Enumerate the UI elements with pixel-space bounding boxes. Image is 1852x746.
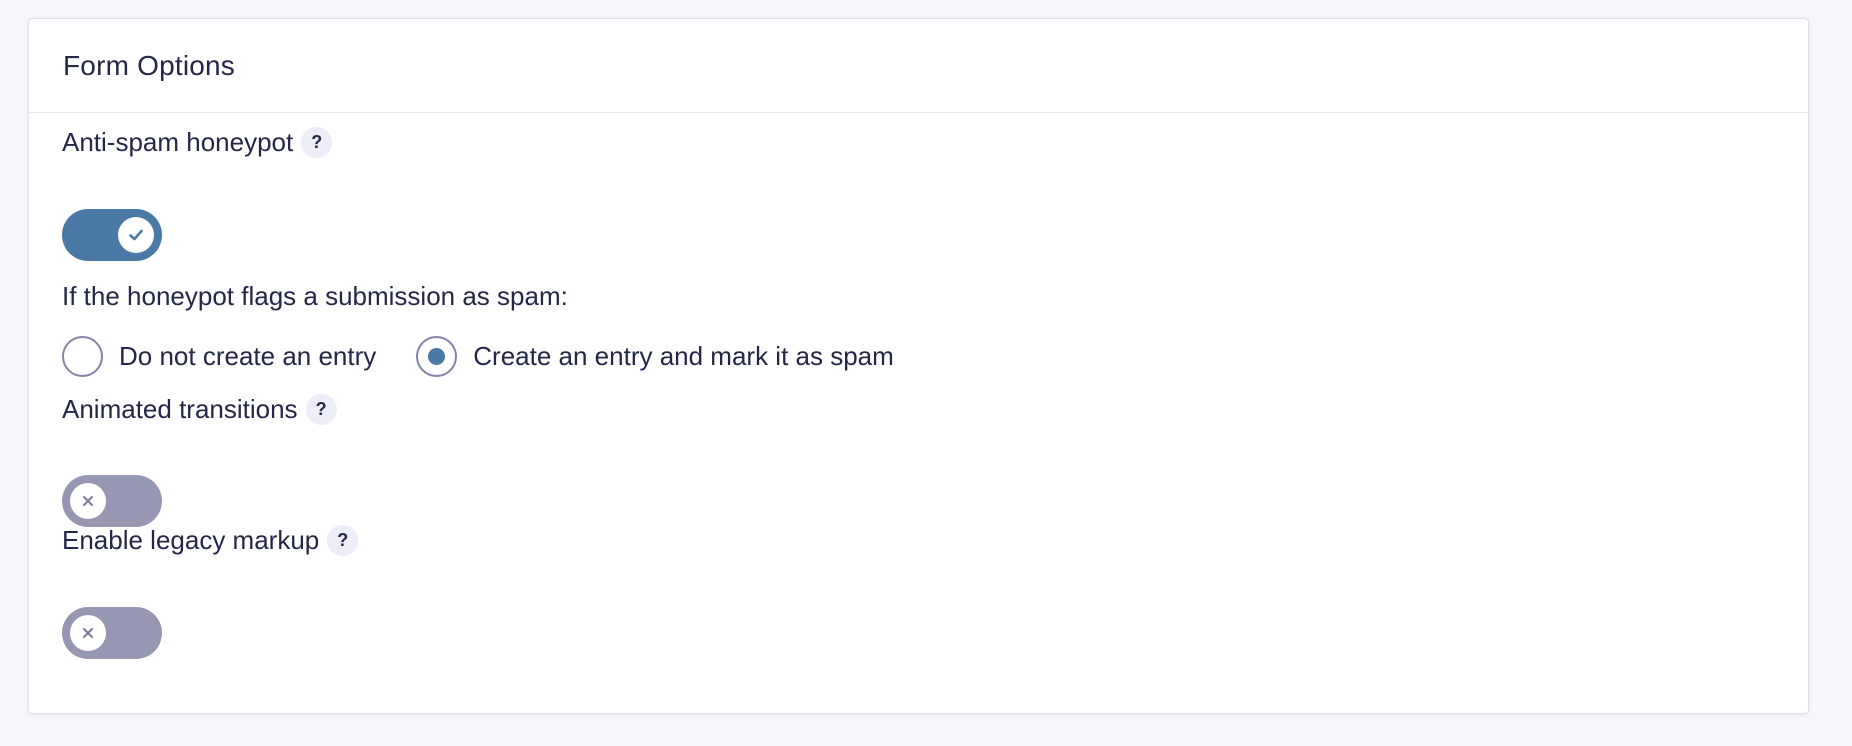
legacy-markup-setting-label: Enable legacy markup ? [62, 525, 359, 556]
animated-transitions-setting-label: Animated transitions ? [62, 394, 337, 425]
honeypot-toggle[interactable] [62, 209, 162, 261]
animated-transitions-toggle[interactable] [62, 475, 162, 527]
toggle-knob [70, 615, 106, 651]
spam-action-radio-group: Do not create an entry Create an entry a… [62, 336, 934, 377]
radio-button-unselected[interactable] [62, 336, 103, 377]
check-icon [129, 229, 143, 241]
honeypot-setting-label: Anti-spam honeypot ? [62, 127, 333, 158]
radio-label: Do not create an entry [119, 341, 377, 371]
honeypot-label: Anti-spam honeypot [62, 127, 294, 157]
panel-header: Form Options [29, 19, 1808, 113]
radio-option-mark-as-spam[interactable]: Create an entry and mark it as spam [416, 336, 894, 377]
form-options-panel: Form Options Anti-spam honeypot ? If the… [28, 18, 1809, 714]
spam-action-question: If the honeypot flags a submission as sp… [62, 281, 568, 311]
x-icon [83, 628, 93, 638]
toggle-knob [118, 217, 154, 253]
legacy-markup-help-question-icon[interactable]: ? [327, 525, 359, 556]
x-icon [83, 496, 93, 506]
radio-selected-dot [428, 348, 446, 365]
radio-label: Create an entry and mark it as spam [473, 341, 894, 371]
legacy-markup-label: Enable legacy markup [62, 525, 320, 555]
panel-title: Form Options [63, 49, 235, 81]
radio-button-selected[interactable] [416, 336, 458, 377]
legacy-markup-toggle[interactable] [62, 607, 162, 659]
honeypot-help-question-icon[interactable]: ? [301, 127, 333, 158]
animated-transitions-label: Animated transitions [62, 394, 298, 424]
animated-transitions-help-question-icon[interactable]: ? [305, 394, 337, 425]
toggle-knob [70, 483, 106, 519]
radio-option-do-not-create[interactable]: Do not create an entry [62, 336, 376, 377]
